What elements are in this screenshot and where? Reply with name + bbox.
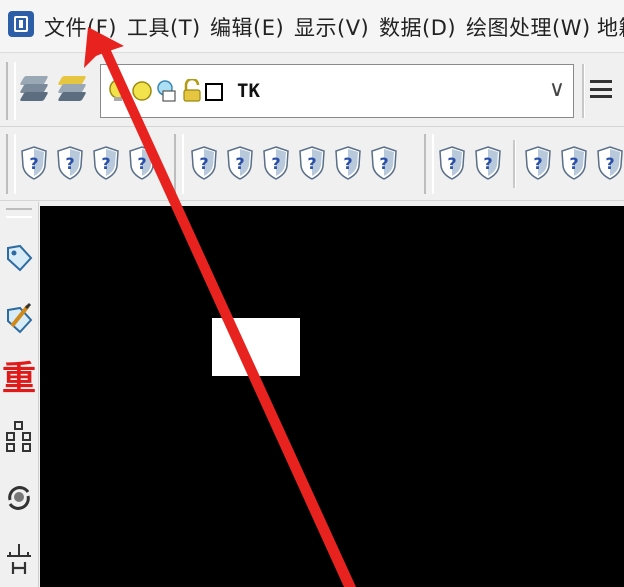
- help-question-icon[interactable]: ?: [92, 146, 120, 180]
- help-question-icon[interactable]: ?: [298, 146, 326, 180]
- help-question-icon[interactable]: ?: [334, 146, 362, 180]
- help-question-icon[interactable]: ?: [438, 146, 466, 180]
- layer-combo[interactable]: TK ∨: [100, 64, 574, 118]
- lock-icon[interactable]: [181, 79, 203, 103]
- help-question-icon[interactable]: ?: [560, 146, 588, 180]
- toolbar-separator: [582, 64, 585, 118]
- elevation-mark-icon[interactable]: [4, 542, 34, 576]
- help-question-icon[interactable]: ?: [474, 146, 502, 180]
- layer-color-swatch-icon[interactable]: [205, 83, 223, 101]
- help-question-icon[interactable]: ?: [262, 146, 290, 180]
- menu-view[interactable]: 显示(V): [294, 12, 369, 42]
- menu-edit[interactable]: 编辑(E): [210, 12, 284, 42]
- layer-stack-icon[interactable]: [18, 74, 52, 108]
- toolbar-separator: [513, 140, 516, 188]
- menu-cadastre[interactable]: 地籍: [597, 12, 624, 42]
- help-question-icon[interactable]: ?: [56, 146, 84, 180]
- redraw-icon[interactable]: 重: [2, 362, 36, 396]
- panel-grip[interactable]: [6, 208, 32, 218]
- chevron-down-icon[interactable]: ∨: [549, 77, 565, 102]
- help-question-icon[interactable]: ?: [226, 146, 254, 180]
- help-question-icon[interactable]: ?: [370, 146, 398, 180]
- svg-text:?: ?: [379, 154, 388, 173]
- layer-combo-value: TK: [237, 80, 260, 102]
- svg-text:?: ?: [65, 154, 74, 173]
- svg-text:?: ?: [137, 154, 146, 173]
- svg-text:?: ?: [101, 154, 110, 173]
- app-logo-icon[interactable]: [8, 11, 34, 37]
- menu-data[interactable]: 数据(D): [379, 12, 456, 42]
- toolbar-grip[interactable]: [6, 134, 16, 194]
- drawn-rectangle[interactable]: [212, 318, 300, 376]
- drawing-canvas[interactable]: [40, 206, 624, 587]
- help-question-icon[interactable]: ?: [20, 146, 48, 180]
- tag-edit-icon[interactable]: [4, 302, 34, 336]
- help-question-icon[interactable]: ?: [524, 146, 552, 180]
- help-question-icon[interactable]: ?: [596, 146, 624, 180]
- toolbar-grip[interactable]: [424, 134, 434, 194]
- menu-file[interactable]: 文件(F): [44, 12, 117, 42]
- svg-text:?: ?: [271, 154, 280, 173]
- rotate-view-icon[interactable]: [4, 480, 34, 514]
- layer-manager-icon[interactable]: [56, 74, 90, 108]
- svg-text:?: ?: [605, 154, 614, 173]
- tag-select-icon[interactable]: [4, 242, 34, 276]
- custom-toolbar: ???????????????: [0, 128, 624, 201]
- menu-drawing[interactable]: 绘图处理(W): [466, 12, 591, 42]
- menu-bar: 文件(F) 工具(T) 编辑(E) 显示(V) 数据(D) 绘图处理(W) 地籍: [0, 0, 624, 53]
- svg-text:?: ?: [307, 154, 316, 173]
- svg-text:?: ?: [29, 154, 38, 173]
- toolbar-grip[interactable]: [174, 134, 184, 194]
- svg-text:?: ?: [569, 154, 578, 173]
- svg-text:?: ?: [343, 154, 352, 173]
- svg-text:?: ?: [533, 154, 542, 173]
- sun-icon[interactable]: [131, 79, 153, 103]
- toolbar-grip[interactable]: [6, 62, 16, 120]
- svg-text:?: ?: [199, 154, 208, 173]
- left-tool-panel: 重: [0, 202, 39, 587]
- help-question-icon[interactable]: ?: [128, 146, 156, 180]
- layer-toolbar: TK ∨: [0, 56, 624, 127]
- help-question-icon[interactable]: ?: [190, 146, 218, 180]
- svg-text:?: ?: [447, 154, 456, 173]
- viewport-freeze-icon[interactable]: [155, 79, 177, 103]
- menu-lines-icon[interactable]: [590, 80, 612, 98]
- node-grid-icon[interactable]: [4, 420, 34, 454]
- menu-tools[interactable]: 工具(T): [127, 12, 201, 42]
- svg-text:?: ?: [483, 154, 492, 173]
- lightbulb-icon[interactable]: [107, 79, 129, 103]
- svg-text:?: ?: [235, 154, 244, 173]
